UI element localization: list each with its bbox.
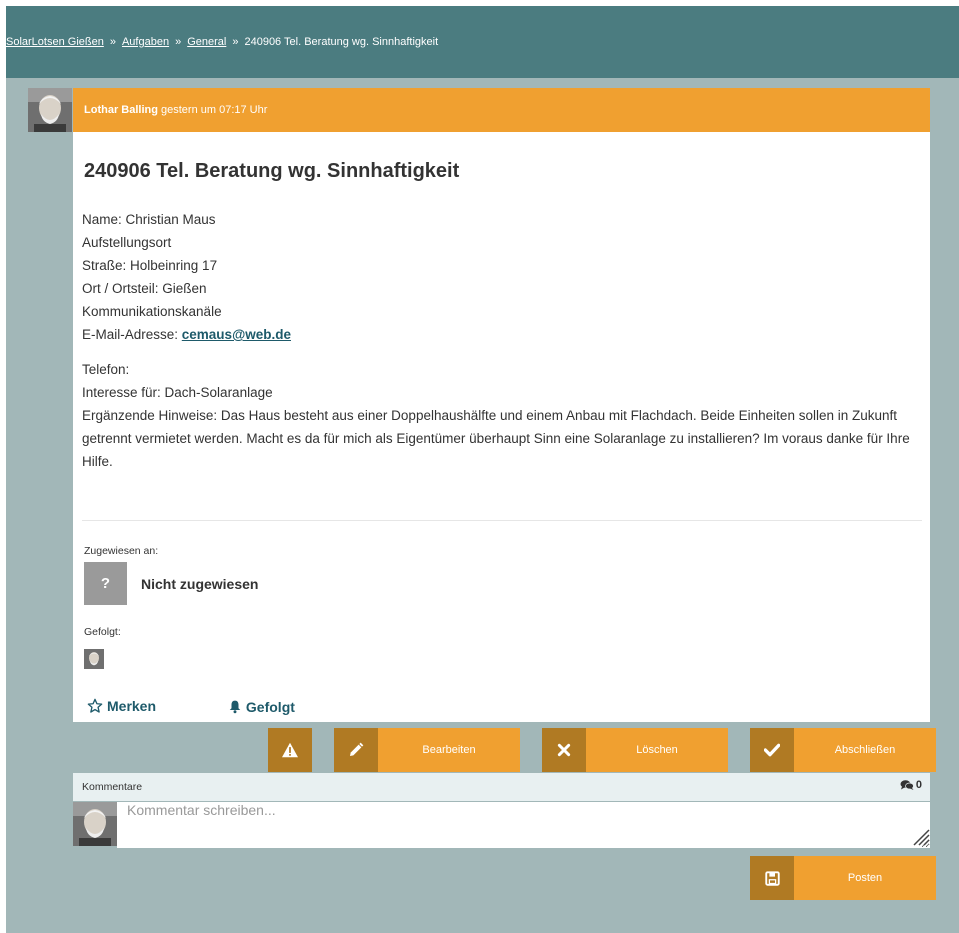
post-comment-label: Posten xyxy=(847,872,883,884)
current-user-avatar xyxy=(73,802,117,846)
report-button[interactable] xyxy=(268,728,312,772)
breadcrumb-separator: » xyxy=(175,36,182,48)
follow-label: Gefolgt xyxy=(245,698,295,715)
comment-count: 0 xyxy=(900,779,922,791)
delete-label: Löschen xyxy=(636,744,678,756)
complete-button[interactable]: Abschließen xyxy=(750,728,936,772)
author-avatar[interactable] xyxy=(28,88,72,132)
post-body: Name: Christian Maus Aufstellungsort Str… xyxy=(82,208,922,473)
body-line: Telefon: xyxy=(82,362,130,377)
comments-header: Kommentare 0 xyxy=(73,773,930,801)
unassigned-avatar[interactable]: ? xyxy=(84,562,127,605)
email-label: E-Mail-Adresse: xyxy=(82,327,182,342)
breadcrumb-separator: » xyxy=(109,36,116,48)
follower-avatar[interactable] xyxy=(84,649,104,669)
task-card: Lothar Balling gestern um 07:17 Uhr 2409… xyxy=(73,88,930,722)
comment-input[interactable] xyxy=(117,802,930,848)
comments-label: Kommentare xyxy=(82,781,143,793)
breadcrumb-separator: » xyxy=(232,36,239,48)
comments-icon xyxy=(900,780,914,790)
edit-label: Bearbeiten xyxy=(422,744,476,756)
post-header: Lothar Balling gestern um 07:17 Uhr xyxy=(73,88,930,132)
complete-label: Abschließen xyxy=(834,744,896,756)
hint-text: Ergänzende Hinweise: Das Haus besteht au… xyxy=(82,408,910,469)
action-links: Merken Gefolgt xyxy=(87,698,363,717)
body-line: Kommunikationskanäle xyxy=(82,304,222,319)
bookmark-label: Merken xyxy=(107,698,157,714)
top-bar: SolarLotsen Gießen » Aufgaben » General » 2409… xyxy=(6,6,959,78)
star-icon xyxy=(87,698,103,713)
pencil-icon xyxy=(334,728,378,772)
body-line: Ort / Ortsteil: Gießen xyxy=(82,281,207,296)
followed-label: Gefolgt: xyxy=(84,626,121,638)
breadcrumb: SolarLotsen Gießen » Aufgaben » General » 2409… xyxy=(6,36,438,48)
warning-icon xyxy=(268,728,312,772)
check-icon xyxy=(750,728,794,772)
divider xyxy=(82,520,922,521)
breadcrumb-current: 240906 Tel. Beratung wg. Sinnhaftigkeit xyxy=(244,36,439,48)
body-line: Aufstellungsort xyxy=(82,235,172,250)
post-title: 240906 Tel. Beratung wg. Sinnhaftigkeit xyxy=(84,160,460,182)
email-line: E-Mail-Adresse: cemaus@web.de xyxy=(82,323,922,346)
assigned-label: Zugewiesen an: xyxy=(84,545,159,557)
bell-icon xyxy=(229,700,241,714)
post-comment-button[interactable]: Posten xyxy=(750,856,936,900)
body-line: Interesse für: Dach-Solaranlage xyxy=(82,385,273,400)
breadcrumb-link-home[interactable]: SolarLotsen Gießen xyxy=(6,36,104,48)
save-icon xyxy=(750,856,794,900)
close-icon xyxy=(542,728,586,772)
delete-button[interactable]: Löschen xyxy=(542,728,728,772)
breadcrumb-link-general[interactable]: General xyxy=(187,36,226,48)
email-link[interactable]: cemaus@web.de xyxy=(182,327,291,342)
body-line: Name: Christian Maus xyxy=(82,212,216,227)
bookmark-link[interactable]: Merken xyxy=(87,698,190,714)
resize-handle-icon[interactable] xyxy=(910,826,930,846)
edit-button[interactable]: Bearbeiten xyxy=(334,728,520,772)
assigned-value: Nicht zugewiesen xyxy=(141,576,259,592)
body-line: Straße: Holbeinring 17 xyxy=(82,258,218,273)
comment-count-value: 0 xyxy=(915,779,922,791)
breadcrumb-link-tasks[interactable]: Aufgaben xyxy=(122,36,169,48)
author-name[interactable]: Lothar Balling xyxy=(84,104,158,116)
follow-link[interactable]: Gefolgt xyxy=(228,699,329,715)
post-time: gestern um 07:17 Uhr xyxy=(161,104,268,116)
